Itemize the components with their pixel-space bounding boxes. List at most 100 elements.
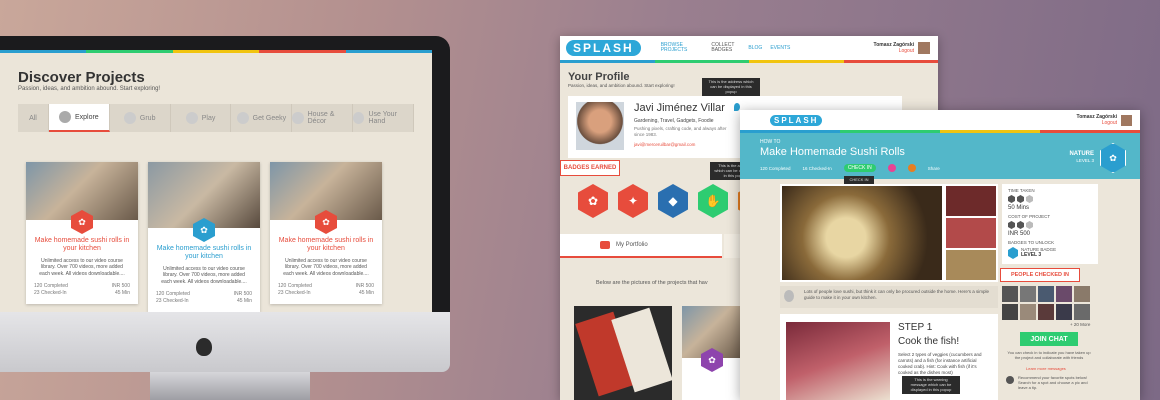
thumb-photo[interactable] [946,186,996,216]
page-title: Discover Projects [18,69,145,86]
checked-in-count: 23 Checked-In [156,298,189,305]
tab-use-your-hand[interactable]: Use Your Hand [353,104,414,132]
card-title: Make homemade sushi rolls in your kitche… [156,245,252,261]
avatar[interactable] [1121,114,1132,126]
portfolio-image[interactable]: ✿ [682,306,742,400]
tab-label: My Portfolio [616,242,648,248]
profile-email[interactable]: javi@merceruilbar@gmail.com [634,142,695,147]
chip-badge-icon[interactable]: ◆ [658,184,688,218]
tab-get-geeky[interactable]: Get Geeky [231,104,293,132]
cost-label: COST OF PROJECT [1008,214,1051,219]
checkin-button[interactable]: CHECK IN [843,164,876,172]
nature-badge-icon [1008,247,1018,259]
category-label: NATURE [1069,151,1094,157]
nav-blog[interactable]: BLOG [748,45,762,51]
nav-browse[interactable]: BROWSE PROJECTS [660,42,688,54]
tab-explore[interactable]: Explore [48,104,110,132]
portfolio-image[interactable] [574,306,673,400]
step-photo[interactable] [786,322,890,400]
leaf-badge-icon[interactable]: ✿ [578,184,608,218]
avatar[interactable] [1020,286,1036,302]
thumb-photo[interactable] [946,250,996,280]
project-card[interactable]: ✿ Make homemade sushi rolls in your kitc… [270,162,382,304]
nav-collect[interactable]: COLLECT BADGES [711,42,734,54]
duration: 45 Min [114,290,130,297]
imac-chin [0,312,450,372]
color-stripe [560,60,938,63]
heart-icon[interactable] [887,164,896,172]
color-stripe [0,50,432,53]
logout-link[interactable]: Logout [1077,120,1117,126]
profile-interests: Gardening, Travel, Gadgets, Foodie [634,118,714,124]
profile-name: Javi Jiménez Villar [634,102,725,114]
tab-label: Grub [139,114,156,122]
avatar[interactable] [1020,304,1036,320]
time-label: TIME TAKEN [1008,188,1035,193]
share-label[interactable]: Share [928,166,940,171]
tab-label: Play [201,114,216,122]
tab-house-decor[interactable]: House & Décor [292,104,354,132]
learn-more-link[interactable]: Learn more messages [1026,366,1066,371]
tab-all[interactable]: All [18,104,49,132]
splash-logo[interactable]: SPLASH [770,114,823,126]
tab-label: Explore [74,113,99,121]
people-avatars [1002,286,1098,320]
tab-play[interactable]: Play [171,104,232,132]
avatar[interactable] [1056,286,1072,302]
top-nav: SPLASH BROWSE PROJECTS COLLECT BADGES BLOG… [560,36,938,60]
tab-label: All [29,114,37,122]
time-value: 50 Mins [1008,205,1030,211]
project-header: HOW TO Make Homemade Sushi Rolls 120 Com… [740,133,1140,179]
badge-level: LEVEL 3 [1021,251,1042,258]
fork-icon [123,112,136,124]
hand-badge-icon[interactable]: ✋ [698,184,728,218]
logout-link[interactable]: Logout [874,48,914,54]
user-menu[interactable]: Tomasz Zagórski Logout [1077,114,1117,126]
card-description: Unlimited access to our video course lib… [39,257,125,277]
tab-my-portfolio[interactable]: My Portfolio [560,234,722,258]
card-title: Make homemade sushi rolls in your kitche… [278,237,374,253]
card-description: Unlimited access to our video course lib… [161,265,247,285]
leaf-icon: ✿ [315,210,337,234]
avatar[interactable] [1074,286,1090,302]
checked-in-count: 23 Checked-In [278,290,311,297]
nav-label: PROJECTS [660,47,688,53]
warning-tooltip: This is the warning message which can be… [902,376,960,395]
thumb-photo[interactable] [946,218,996,248]
join-chat-button[interactable]: JOIN CHAT [1020,332,1078,346]
avatar[interactable] [918,42,930,54]
top-nav: SPLASH Tomasz Zagórski Logout [740,110,1140,130]
howto-label: HOW TO [760,139,781,145]
avatar[interactable] [1038,286,1054,302]
splash-logo[interactable]: SPLASH [566,40,641,56]
level-label: LEVEL 3 [1076,158,1094,164]
bird-badge-icon[interactable]: ✦ [618,184,648,218]
avatar[interactable] [1002,286,1018,302]
more-people-link[interactable]: + 20 More [1070,322,1090,327]
checked-in-count: 23 Checked-In [34,290,67,297]
people-checked-label: PEOPLE CHECKED IN [1000,268,1080,282]
completed-count: 120 Completed [278,283,312,290]
price: INR 500 [111,283,130,290]
page-subtitle: Passion, ideas, and ambition abound. Sta… [18,86,161,92]
project-window: SPLASH Tomasz Zagórski Logout HOW TO Make… [740,110,1140,400]
portfolio-note: Below are the pictures of the projects t… [596,280,708,286]
location-icon [1006,376,1014,384]
leaf-icon: ✿ [193,218,215,242]
step-number: STEP 1 [898,322,933,333]
share-icon[interactable] [907,164,916,172]
user-menu[interactable]: Tomasz Zagórski Logout [874,42,914,54]
step-title: Cook the fish! [898,336,960,347]
project-card[interactable]: ✿ Make homemade sushi rolls in your kitc… [148,162,260,312]
step-card: STEP 1 Cook the fish! Select 2 types of … [780,314,998,400]
avatar[interactable] [1002,304,1018,320]
tab-grub[interactable]: Grub [110,104,171,132]
avatar[interactable] [1038,304,1054,320]
project-card[interactable]: ✿ Make homemade sushi rolls in your kitc… [26,162,138,304]
compass-icon [58,111,71,123]
avatar[interactable] [1074,304,1090,320]
main-photo[interactable] [782,186,942,280]
nav-events[interactable]: EVENTS [770,45,790,51]
imac-monitor: Discover Projects Passion, ideas, and am… [0,36,450,326]
avatar[interactable] [1056,304,1072,320]
